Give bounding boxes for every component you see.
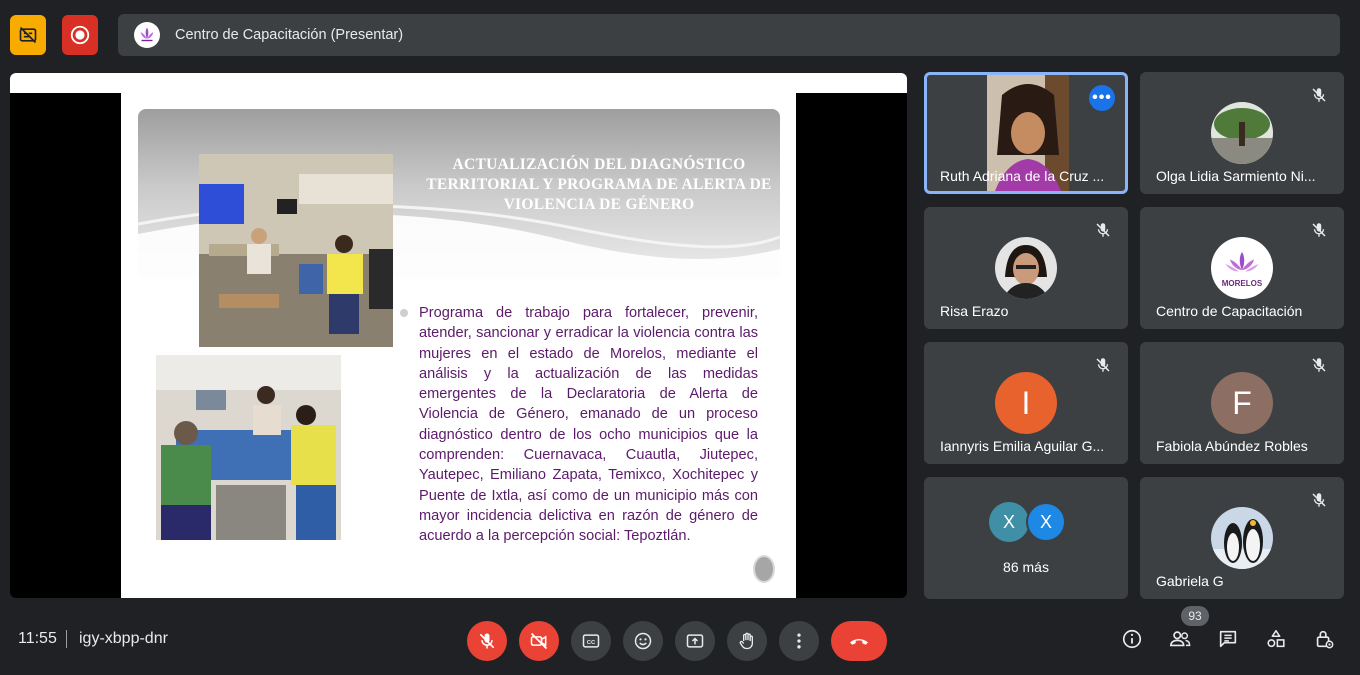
meeting-info-button[interactable] (1120, 627, 1144, 651)
meeting-photo (156, 355, 341, 540)
mic-toggle-button[interactable] (467, 621, 507, 661)
participant-name: Centro de Capacitación (1156, 303, 1303, 319)
more-participants-count: 86 más (1003, 559, 1049, 575)
participant-tile[interactable]: Olga Lidia Sarmiento Ni... (1140, 72, 1344, 194)
presenter-logo (134, 22, 160, 48)
participant-name: Ruth Adriana de la Cruz ... (940, 168, 1105, 184)
bottom-bar: 11:55 igy-xbpp-dnr CC 93 (0, 605, 1360, 675)
more-participants-tile[interactable]: X X 86 más (924, 477, 1128, 599)
svg-text:CC: CC (587, 640, 596, 646)
mic-off-icon (1096, 358, 1110, 372)
mic-off-icon (1096, 223, 1110, 237)
present-icon (686, 634, 704, 648)
mic-off-icon (1312, 493, 1326, 507)
lotus-logo-icon (1225, 251, 1259, 271)
chat-button[interactable] (1216, 627, 1240, 651)
recording-icon (70, 25, 90, 45)
recording-indicator[interactable] (62, 15, 98, 55)
participant-name: Iannyris Emilia Aguilar G... (940, 438, 1105, 454)
slide: ACTUALIZACIÓN DEL DIAGNÓSTICO TERRITORIA… (121, 93, 796, 598)
hang-up-icon (850, 639, 868, 645)
people-button[interactable] (1168, 627, 1192, 651)
participant-tile[interactable]: F Fabiola Abúndez Robles (1140, 342, 1344, 464)
no-captions-icon (19, 26, 37, 44)
meeting-time: 11:55 (18, 630, 57, 647)
classroom-photo (199, 154, 393, 347)
participant-avatar (995, 237, 1057, 299)
participant-name: Gabriela G (1156, 573, 1224, 589)
participant-avatar (1211, 102, 1273, 164)
presentation-title-bar: Centro de Capacitación (Presentar) (118, 14, 1340, 56)
mic-off-icon (1312, 88, 1326, 102)
present-screen-button[interactable] (675, 621, 715, 661)
camera-off-icon (530, 632, 548, 650)
more-horiz-icon: ••• (1092, 89, 1112, 106)
participant-count-badge: 93 (1181, 606, 1209, 626)
participant-name: Fabiola Abúndez Robles (1156, 438, 1308, 454)
participant-options-button[interactable]: ••• (1089, 85, 1115, 111)
host-controls-button[interactable] (1312, 627, 1336, 651)
participant-tile[interactable]: Gabriela G (1140, 477, 1344, 599)
meeting-code: igy-xbpp-dnr (79, 630, 168, 647)
captions-icon: CC (582, 634, 600, 648)
more-options-button[interactable] (779, 621, 819, 661)
slide-page-marker (753, 555, 775, 583)
participant-name: Olga Lidia Sarmiento Ni... (1156, 168, 1316, 184)
participant-avatar: I (995, 372, 1057, 434)
activities-icon (1267, 629, 1285, 648)
emoji-icon (634, 632, 652, 650)
chat-icon (1219, 630, 1237, 648)
mic-off-icon (1312, 358, 1326, 372)
participant-avatar: X (1026, 502, 1066, 542)
participant-avatar (1211, 507, 1273, 569)
activities-button[interactable] (1264, 627, 1288, 651)
more-options-icon (797, 633, 801, 649)
raise-hand-button[interactable] (727, 621, 767, 661)
participant-tile[interactable]: Risa Erazo (924, 207, 1128, 329)
mic-off-icon (479, 633, 495, 649)
participant-tile[interactable]: MORELOS Centro de Capacitación (1140, 207, 1344, 329)
leave-call-button[interactable] (831, 621, 887, 661)
captions-off-indicator[interactable] (10, 15, 46, 55)
camera-toggle-button[interactable] (519, 621, 559, 661)
presentation-title: Centro de Capacitación (Presentar) (175, 27, 404, 43)
mic-off-icon (1312, 223, 1326, 237)
raise-hand-icon (739, 632, 753, 650)
people-icon (1170, 631, 1191, 647)
top-bar: Centro de Capacitación (Presentar) (0, 0, 1360, 70)
slide-title: ACTUALIZACIÓN DEL DIAGNÓSTICO TERRITORIA… (426, 156, 772, 213)
captions-button[interactable]: CC (571, 621, 611, 661)
participant-avatar: MORELOS (1211, 237, 1273, 299)
participant-tile[interactable]: I Iannyris Emilia Aguilar G... (924, 342, 1128, 464)
participant-avatar: X (989, 502, 1029, 542)
bullet-point (400, 309, 408, 317)
logo-text: MORELOS (1221, 278, 1263, 288)
lotus-logo-icon (140, 27, 154, 42)
emoji-reaction-button[interactable] (623, 621, 663, 661)
participant-tile[interactable]: ••• Ruth Adriana de la Cruz ... (924, 72, 1128, 194)
presentation-stage: ACTUALIZACIÓN DEL DIAGNÓSTICO TERRITORIA… (10, 73, 907, 598)
participant-avatar: F (1211, 372, 1273, 434)
participant-name: Risa Erazo (940, 303, 1009, 319)
host-controls-icon (1316, 630, 1334, 649)
info-icon (1122, 629, 1142, 649)
slide-body-text: Programa de trabajo para fortalecer, pre… (419, 305, 758, 545)
